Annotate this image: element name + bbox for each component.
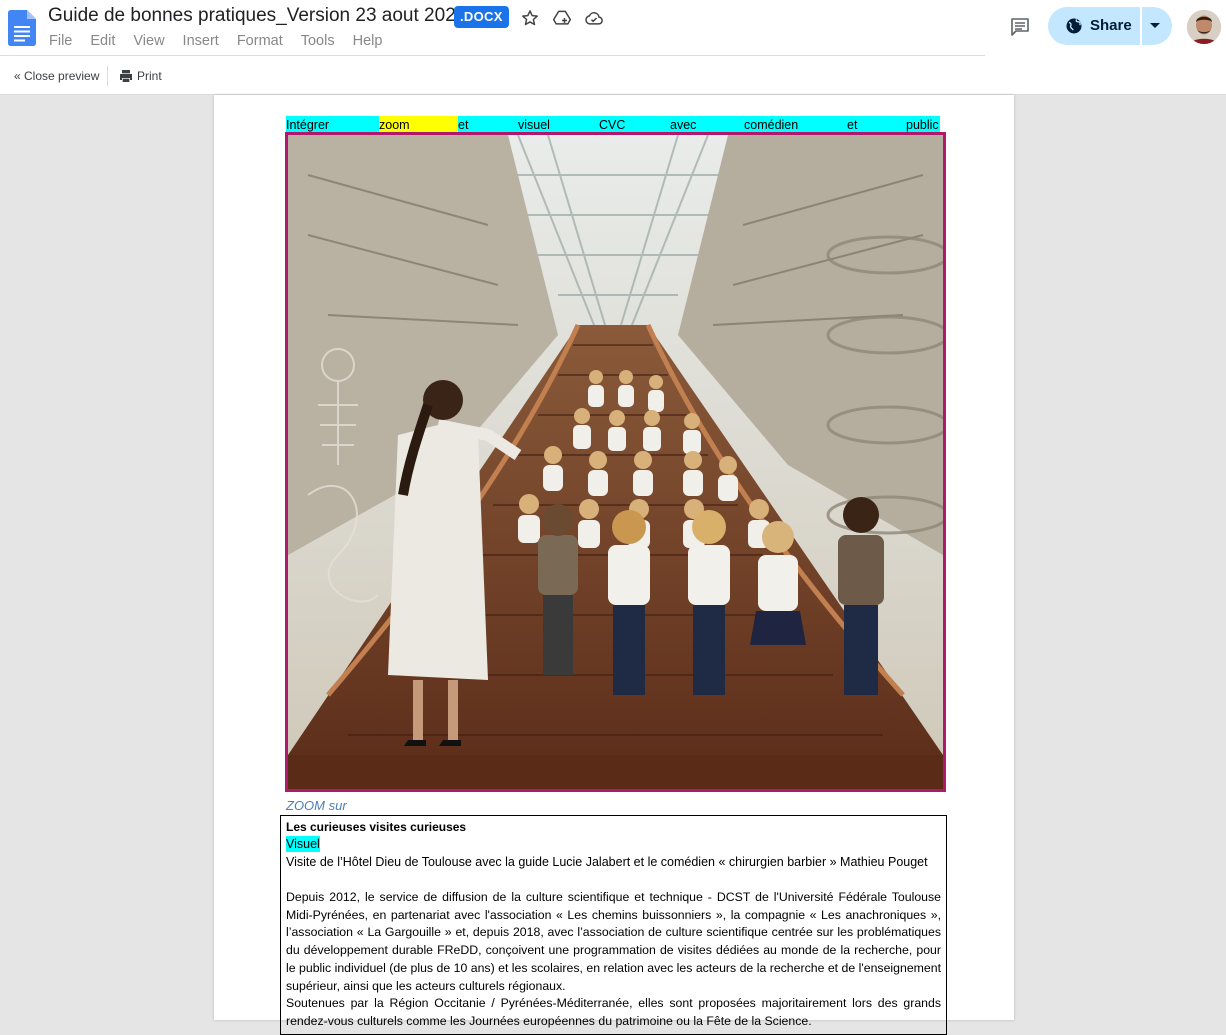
- move-to-drive-icon[interactable]: [552, 8, 572, 28]
- menu-insert[interactable]: Insert: [183, 33, 219, 49]
- document-page: Intégrer zoom et visuel CVC avec comédie…: [214, 95, 1014, 1035]
- caption-word: visuel: [518, 118, 550, 132]
- menu-tools[interactable]: Tools: [301, 33, 335, 49]
- textbox-title: Les curieuses visites curieuses: [286, 820, 467, 834]
- info-textbox: Les curieuses visites curieuses Visuel V…: [280, 815, 947, 1035]
- menu-edit[interactable]: Edit: [90, 33, 115, 49]
- visuel-label: Visuel: [286, 836, 320, 852]
- textbox-subtitle: Visite de l’Hôtel Dieu de Toulouse avec …: [286, 855, 928, 869]
- caption-word: avec: [670, 118, 697, 132]
- menu-bar: File Edit View Insert Format Tools Help: [49, 33, 400, 49]
- comments-icon[interactable]: [1008, 15, 1032, 39]
- document-title[interactable]: Guide de bonnes pratiques_Version 23 aou…: [48, 5, 466, 27]
- caption-word: et: [458, 118, 469, 132]
- caption-word: Intégrer: [286, 118, 330, 132]
- caption-row-highlighted: Intégrer zoom et visuel CVC avec comédie…: [286, 116, 940, 133]
- star-icon[interactable]: [520, 8, 540, 28]
- menu-view[interactable]: View: [133, 33, 164, 49]
- caption-word: public: [906, 118, 939, 132]
- user-avatar[interactable]: [1187, 10, 1221, 44]
- menu-file[interactable]: File: [49, 33, 72, 49]
- caption-word: comédien: [744, 118, 799, 132]
- print-button[interactable]: Print: [137, 69, 162, 83]
- textbox-paragraph: Soutenues par la Région Occitanie / Pyré…: [286, 996, 941, 1028]
- top-bar: Guide de bonnes pratiques_Version 23 aou…: [0, 0, 1226, 56]
- menu-format[interactable]: Format: [237, 33, 283, 49]
- share-dropdown-caret-icon[interactable]: [1150, 23, 1160, 28]
- share-label: Share: [1090, 17, 1132, 34]
- globe-icon: [1066, 18, 1082, 34]
- caption-word: zoom: [379, 118, 410, 132]
- toolbar-divider: [107, 66, 108, 86]
- share-button[interactable]: Share: [1048, 7, 1172, 45]
- caption-word: et: [847, 118, 858, 132]
- print-icon[interactable]: [118, 68, 134, 84]
- museum-staircase-illustration: [285, 132, 946, 792]
- cloud-status-icon[interactable]: [584, 8, 604, 28]
- close-preview-link[interactable]: « Close preview: [14, 69, 99, 83]
- google-docs-icon[interactable]: [8, 10, 36, 46]
- preview-toolbar: « Close preview Print: [0, 56, 1226, 95]
- docx-format-badge: .DOCX: [454, 6, 509, 28]
- menu-help[interactable]: Help: [353, 33, 383, 49]
- caption-word: CVC: [599, 118, 626, 132]
- share-divider: [1140, 7, 1142, 45]
- zoom-sur-caption: ZOOM sur: [286, 798, 347, 813]
- textbox-paragraph: Depuis 2012, le service de diffusion de …: [286, 890, 941, 993]
